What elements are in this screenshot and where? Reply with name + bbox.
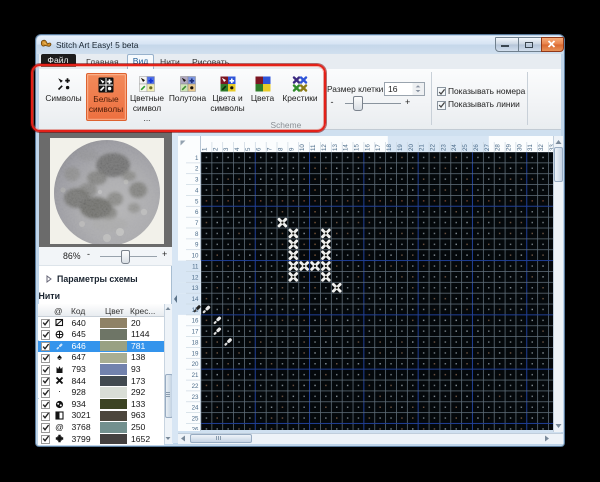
svg-text:16: 16 bbox=[191, 317, 198, 324]
svg-text:26: 26 bbox=[472, 144, 479, 151]
svg-text:5: 5 bbox=[244, 147, 251, 151]
svg-text:8: 8 bbox=[277, 147, 284, 151]
svg-text:32: 32 bbox=[538, 144, 545, 151]
svg-text:21: 21 bbox=[418, 144, 425, 151]
svg-text:5: 5 bbox=[195, 198, 199, 205]
svg-text:7: 7 bbox=[195, 220, 199, 227]
svg-text:31: 31 bbox=[527, 144, 534, 151]
svg-text:29: 29 bbox=[505, 144, 512, 151]
svg-text:9: 9 bbox=[195, 241, 199, 248]
svg-text:23: 23 bbox=[191, 394, 198, 401]
svg-text:21: 21 bbox=[191, 372, 198, 379]
svg-text:19: 19 bbox=[191, 350, 198, 357]
svg-text:24: 24 bbox=[451, 144, 458, 151]
svg-text:18: 18 bbox=[191, 339, 198, 346]
svg-text:17: 17 bbox=[375, 144, 382, 151]
svg-text:26: 26 bbox=[191, 426, 198, 430]
svg-text:4: 4 bbox=[195, 187, 199, 194]
svg-text:9: 9 bbox=[288, 147, 295, 151]
svg-text:3: 3 bbox=[223, 147, 230, 151]
svg-text:27: 27 bbox=[483, 144, 490, 151]
svg-text:2: 2 bbox=[195, 165, 199, 172]
svg-text:14: 14 bbox=[191, 296, 198, 303]
svg-text:28: 28 bbox=[494, 144, 501, 151]
svg-text:2: 2 bbox=[212, 147, 219, 151]
svg-text:14: 14 bbox=[342, 144, 349, 151]
svg-text:10: 10 bbox=[191, 252, 198, 259]
svg-text:8: 8 bbox=[195, 231, 199, 238]
svg-text:24: 24 bbox=[191, 404, 198, 411]
svg-text:11: 11 bbox=[310, 144, 317, 151]
svg-text:7: 7 bbox=[266, 147, 273, 151]
svg-text:19: 19 bbox=[396, 144, 403, 151]
svg-text:1: 1 bbox=[195, 155, 199, 162]
svg-text:12: 12 bbox=[191, 274, 198, 281]
svg-text:25: 25 bbox=[191, 415, 198, 422]
svg-text:11: 11 bbox=[192, 263, 199, 270]
svg-text:20: 20 bbox=[191, 361, 198, 368]
svg-text:3: 3 bbox=[195, 176, 199, 183]
svg-text:15: 15 bbox=[353, 144, 360, 151]
svg-text:17: 17 bbox=[191, 328, 198, 335]
svg-text:22: 22 bbox=[191, 383, 198, 390]
svg-text:6: 6 bbox=[255, 147, 262, 151]
svg-text:30: 30 bbox=[516, 144, 523, 151]
svg-text:1: 1 bbox=[201, 147, 208, 151]
svg-text:18: 18 bbox=[386, 144, 393, 151]
svg-text:16: 16 bbox=[364, 144, 371, 151]
svg-text:6: 6 bbox=[195, 209, 199, 216]
svg-text:20: 20 bbox=[407, 144, 414, 151]
svg-text:13: 13 bbox=[191, 285, 198, 292]
svg-text:22: 22 bbox=[429, 144, 436, 151]
svg-text:25: 25 bbox=[462, 144, 469, 151]
svg-text:13: 13 bbox=[331, 144, 338, 151]
svg-text:4: 4 bbox=[234, 147, 241, 151]
svg-text:12: 12 bbox=[320, 144, 327, 151]
svg-text:10: 10 bbox=[299, 144, 306, 151]
svg-text:23: 23 bbox=[440, 144, 447, 151]
